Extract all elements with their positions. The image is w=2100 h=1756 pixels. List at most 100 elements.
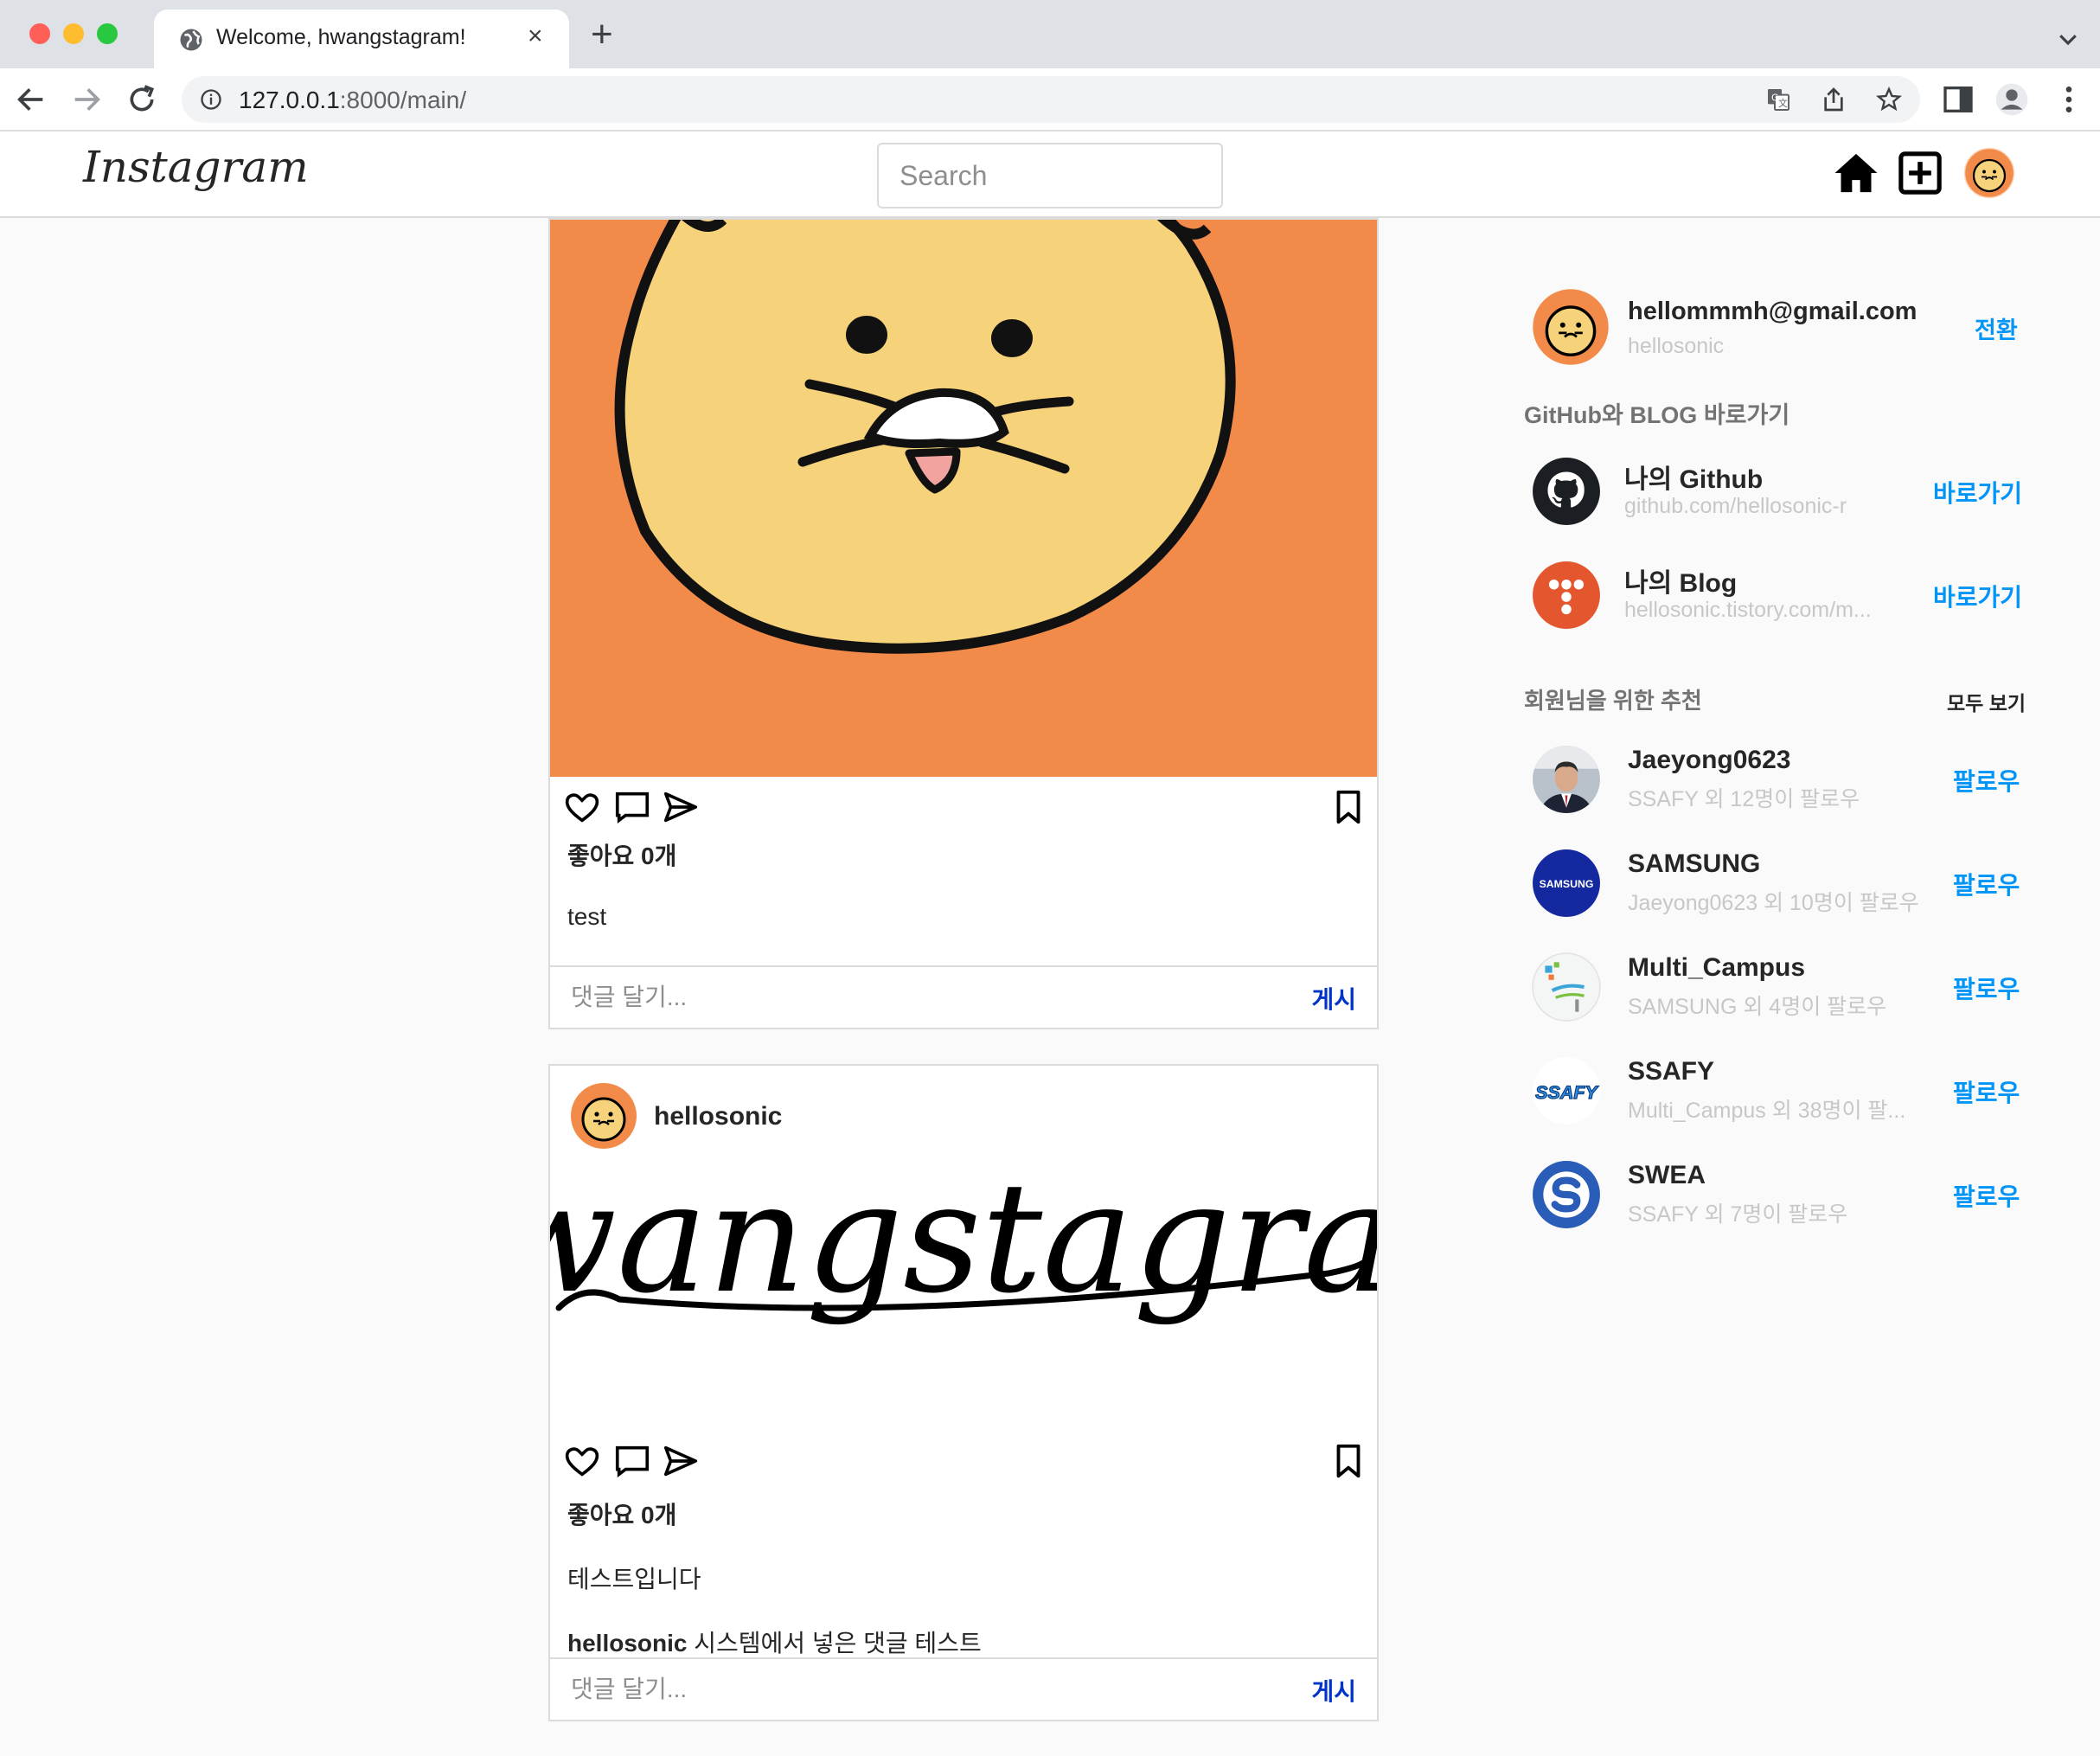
signature-image: hwangstagram bbox=[388, 1150, 1539, 1327]
sidebar: hellommmh@gmail.com hellosonic 전환 GitHub… bbox=[1522, 218, 2041, 1256]
translate-icon[interactable]: G 文 bbox=[1764, 86, 1792, 113]
post-card: 좋아요 0개 test 게시 bbox=[548, 218, 1379, 1029]
tistory-icon[interactable] bbox=[1531, 560, 1602, 631]
browser-tab[interactable]: Welcome, hwangstagram! × bbox=[154, 10, 569, 68]
ssafy-logo-text: SSAFY bbox=[1535, 1082, 1598, 1103]
home-icon[interactable] bbox=[1832, 149, 1880, 197]
post-username[interactable]: hellosonic bbox=[654, 1102, 782, 1131]
suggestion-item: Jaeyong0623 SSAFY 외 12명이 팔로우 팔로우 bbox=[1522, 744, 2041, 822]
follow-button[interactable]: 팔로우 bbox=[1953, 763, 2020, 798]
reload-icon[interactable] bbox=[125, 82, 159, 117]
suggestion-followers: Jaeyong0623 외 10명이 팔로우 bbox=[1628, 891, 1919, 915]
post-caption: 테스트입니다 bbox=[567, 1566, 701, 1593]
see-all-link[interactable]: 모두 보기 bbox=[1947, 687, 2026, 716]
post-caption: test bbox=[567, 903, 607, 930]
share-send-icon[interactable] bbox=[661, 1441, 701, 1481]
follow-button[interactable]: 팔로우 bbox=[1953, 1178, 2020, 1213]
chevron-down-icon[interactable] bbox=[2055, 26, 2081, 52]
window-zoom-button[interactable] bbox=[97, 23, 118, 44]
links-section-title: GitHub와 BLOG 바로가기 bbox=[1524, 402, 1790, 428]
browser-tab-bar: Welcome, hwangstagram! × + bbox=[0, 0, 2100, 68]
profile-username: hellosonic bbox=[1628, 334, 1725, 358]
duck-face-illustration bbox=[614, 220, 1236, 654]
bookmark-icon[interactable] bbox=[1329, 1441, 1368, 1481]
avatar[interactable] bbox=[569, 1081, 638, 1150]
follow-button[interactable]: 팔로우 bbox=[1953, 971, 2020, 1005]
browser-toolbar: 127.0.0.1:8000/main/ G 文 bbox=[0, 68, 2100, 131]
swea-logo-icon[interactable] bbox=[1531, 1159, 1602, 1230]
suggestion-item: Multi_Campus SAMSUNG 외 4명이 팔로우 팔로우 bbox=[1522, 952, 2041, 1029]
comment-text: 시스템에서 넣은 댓글 테스트 bbox=[687, 1630, 982, 1657]
url-host: 127.0.0.1 bbox=[239, 87, 340, 113]
bookmark-icon[interactable] bbox=[1329, 787, 1368, 827]
link-name[interactable]: 나의 Github bbox=[1624, 458, 1763, 496]
ssafy-logo-icon[interactable]: SSAFY bbox=[1531, 1055, 1602, 1126]
post-actions bbox=[550, 1434, 1377, 1486]
url-text: 127.0.0.1:8000/main/ bbox=[239, 87, 466, 114]
avatar[interactable] bbox=[1531, 744, 1602, 815]
post-image[interactable] bbox=[550, 220, 1377, 777]
more-menu-icon[interactable] bbox=[2052, 82, 2086, 117]
tab-close-icon[interactable]: × bbox=[528, 22, 543, 51]
link-name[interactable]: 나의 Blog bbox=[1624, 561, 1737, 599]
comment-icon[interactable] bbox=[612, 787, 652, 827]
link-item-github: 나의 Github github.com/hellosonic-r 바로가기 bbox=[1522, 456, 2041, 534]
follow-button[interactable]: 팔로우 bbox=[1953, 867, 2020, 901]
bookmark-star-icon[interactable] bbox=[1875, 86, 1903, 113]
comment-item: hellosonic 시스템에서 넣은 댓글 테스트 bbox=[567, 1625, 982, 1659]
suggestion-name[interactable]: SWEA bbox=[1628, 1161, 1706, 1190]
go-button[interactable]: 바로가기 bbox=[1933, 579, 2022, 613]
svg-text:文: 文 bbox=[1778, 98, 1788, 109]
suggestion-followers: SAMSUNG 외 4명이 팔로우 bbox=[1628, 995, 1887, 1019]
search-input[interactable] bbox=[877, 143, 1223, 208]
comment-username[interactable]: hellosonic bbox=[567, 1630, 687, 1657]
link-url: github.com/hellosonic-r bbox=[1624, 494, 1847, 518]
multicampus-logo-icon[interactable] bbox=[1531, 952, 1602, 1022]
tab-title: Welcome, hwangstagram! bbox=[216, 25, 466, 49]
back-arrow-icon[interactable] bbox=[14, 82, 48, 117]
like-count: 좋아요 0개 bbox=[567, 843, 677, 869]
comment-input[interactable] bbox=[571, 1669, 1263, 1709]
profile-email[interactable]: hellommmh@gmail.com bbox=[1628, 298, 1917, 326]
suggestion-name[interactable]: SSAFY bbox=[1628, 1057, 1714, 1086]
suggestion-followers: SSAFY 외 7명이 팔로우 bbox=[1628, 1202, 1848, 1227]
share-send-icon[interactable] bbox=[661, 787, 701, 827]
suggestion-followers: SSAFY 외 12명이 팔로우 bbox=[1628, 787, 1860, 811]
heart-icon[interactable] bbox=[562, 1441, 602, 1481]
address-bar[interactable]: 127.0.0.1:8000/main/ G 文 bbox=[182, 76, 1920, 123]
follow-button[interactable]: 팔로우 bbox=[1953, 1074, 2020, 1109]
comment-bar: 게시 bbox=[550, 1657, 1377, 1720]
comment-icon[interactable] bbox=[612, 1441, 652, 1481]
post-actions bbox=[550, 780, 1377, 832]
profile-icon[interactable] bbox=[1994, 82, 2029, 117]
go-button[interactable]: 바로가기 bbox=[1933, 475, 2022, 509]
suggestions-title: 회원님을 위한 추천 bbox=[1524, 688, 1702, 714]
switch-account-button[interactable]: 전환 bbox=[1975, 311, 2018, 345]
post-comment-button[interactable]: 게시 bbox=[1311, 1673, 1356, 1708]
url-path: :8000/main/ bbox=[339, 87, 467, 113]
link-url: hellosonic.tistory.com/m... bbox=[1624, 598, 1872, 622]
suggestion-name[interactable]: Multi_Campus bbox=[1628, 953, 1805, 983]
window-minimize-button[interactable] bbox=[63, 23, 84, 44]
post-comment-button[interactable]: 게시 bbox=[1311, 981, 1356, 1016]
avatar[interactable] bbox=[1963, 147, 2015, 199]
samsung-logo-icon[interactable]: SAMSUNG bbox=[1531, 848, 1602, 919]
new-tab-button[interactable]: + bbox=[591, 16, 613, 54]
suggestion-name[interactable]: Jaeyong0623 bbox=[1628, 746, 1790, 775]
new-post-icon[interactable] bbox=[1896, 149, 1944, 197]
samsung-logo-text: SAMSUNG bbox=[1540, 878, 1594, 890]
comment-input[interactable] bbox=[571, 977, 1263, 1017]
post-card: hellosonic hwangstagram 좋아요 0개 테스트입니다 he… bbox=[388, 1064, 1539, 1721]
window-close-button[interactable] bbox=[29, 23, 50, 44]
github-icon[interactable] bbox=[1531, 456, 1602, 527]
suggestion-item: SWEA SSAFY 외 7명이 팔로우 팔로우 bbox=[1522, 1159, 2041, 1237]
forward-arrow-icon[interactable] bbox=[69, 82, 104, 117]
avatar[interactable] bbox=[1531, 287, 1610, 367]
suggestion-name[interactable]: SAMSUNG bbox=[1628, 849, 1760, 879]
share-icon[interactable] bbox=[1820, 86, 1847, 113]
info-icon[interactable] bbox=[199, 87, 223, 112]
comment-bar: 게시 bbox=[550, 965, 1377, 1028]
heart-icon[interactable] bbox=[562, 787, 602, 827]
side-panel-icon[interactable] bbox=[1941, 82, 1975, 117]
instagram-logo[interactable]: Instagram bbox=[83, 142, 309, 192]
